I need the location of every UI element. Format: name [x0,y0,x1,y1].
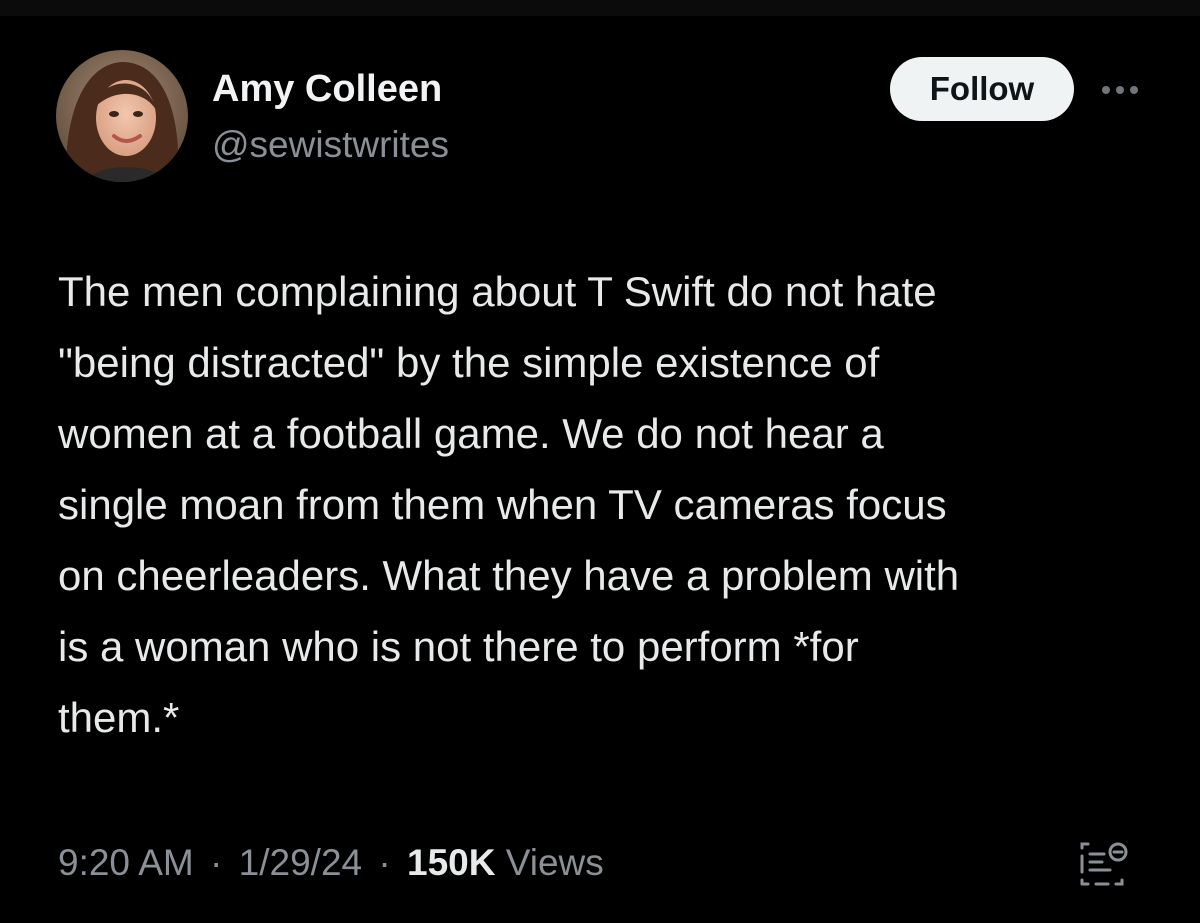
follow-button[interactable]: Follow [890,57,1074,121]
tweet-card: Amy Colleen @sewistwrites Follow The men… [0,0,1200,923]
author-name[interactable]: Amy Colleen [212,66,442,112]
tweet-time[interactable]: 9:20 AM [58,842,194,883]
tweet-text-line: "being distracted" by the simple existen… [58,339,880,386]
avatar[interactable] [56,50,188,182]
tweet-text-line: on cheerleaders. What they have a proble… [58,552,960,599]
tweet-text-line: is a woman who is not there to perform *… [58,623,859,670]
views-count: 150K [407,842,496,883]
tweet-text-line: women at a football game. We do not hear… [58,410,884,457]
tweet-text-line: The men complaining about T Swift do not… [58,268,937,315]
avatar-photo [56,50,188,182]
more-horizontal-icon[interactable] [1100,80,1140,100]
author-handle[interactable]: @sewistwrites [212,122,449,168]
tweet-text-line: them.* [58,694,180,741]
meta-separator: · [378,842,391,883]
meta-separator: · [210,842,223,883]
tweet-meta: 9:20 AM · 1/29/24 · 150K Views [58,838,604,888]
tweet-text-line: single moan from them when TV cameras fo… [58,481,947,528]
grok-analysis-icon[interactable] [1076,838,1132,890]
views-label: Views [505,842,604,883]
tweet-text: The men complaining about T Swift do not… [58,256,1168,753]
tweet-date[interactable]: 1/29/24 [239,842,362,883]
